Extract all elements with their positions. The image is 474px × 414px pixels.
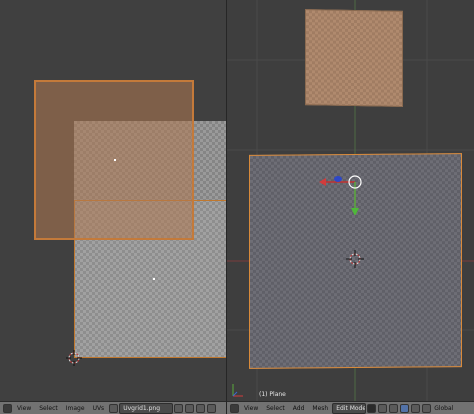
menu-uvs[interactable]: UVs bbox=[89, 405, 109, 412]
uv-face-dot bbox=[114, 159, 116, 161]
viewport-header: View Select Add Mesh Edit Mode Global bbox=[227, 401, 474, 414]
pivot-icon[interactable] bbox=[378, 403, 388, 413]
menu-select[interactable]: Select bbox=[35, 405, 62, 412]
object-info-label: (1) Plane bbox=[259, 391, 286, 398]
editor-type-icon[interactable] bbox=[3, 403, 12, 413]
open-image-icon[interactable] bbox=[196, 403, 206, 413]
mode-selector[interactable]: Edit Mode bbox=[332, 402, 367, 414]
3d-cursor-icon[interactable] bbox=[346, 250, 364, 268]
mesh-plane-upper[interactable] bbox=[305, 9, 403, 107]
uv-face-dot-lower bbox=[153, 278, 155, 280]
translate-icon[interactable] bbox=[400, 403, 410, 413]
uv-editor-header: View Select Image UVs Uvgrid1.png bbox=[0, 401, 226, 414]
manipulator-icon[interactable] bbox=[389, 403, 399, 413]
transform-gizmo-icon[interactable] bbox=[315, 165, 375, 215]
3d-viewport[interactable]: (1) Plane bbox=[227, 0, 474, 401]
uv-2d-cursor-icon[interactable] bbox=[66, 350, 82, 366]
image-name-field[interactable]: Uvgrid1.png bbox=[119, 402, 174, 414]
fake-user-icon[interactable] bbox=[174, 403, 184, 413]
image-browse-icon[interactable] bbox=[109, 403, 119, 413]
menu-mesh[interactable]: Mesh bbox=[308, 405, 332, 412]
close-image-icon[interactable] bbox=[207, 403, 217, 413]
menu-add[interactable]: Add bbox=[289, 405, 309, 412]
scale-icon[interactable] bbox=[422, 403, 432, 413]
new-image-icon[interactable] bbox=[185, 403, 195, 413]
menu-view[interactable]: View bbox=[240, 405, 262, 412]
view-axis-icon bbox=[232, 384, 243, 397]
editor-type-icon[interactable] bbox=[230, 403, 239, 413]
uv-image-editor[interactable] bbox=[0, 0, 226, 401]
menu-select[interactable]: Select bbox=[262, 405, 289, 412]
menu-image[interactable]: Image bbox=[62, 405, 89, 412]
rotate-icon[interactable] bbox=[411, 403, 421, 413]
orientation-selector[interactable]: Global bbox=[432, 405, 455, 412]
menu-view[interactable]: View bbox=[13, 405, 35, 412]
shading-icon[interactable] bbox=[367, 403, 377, 413]
